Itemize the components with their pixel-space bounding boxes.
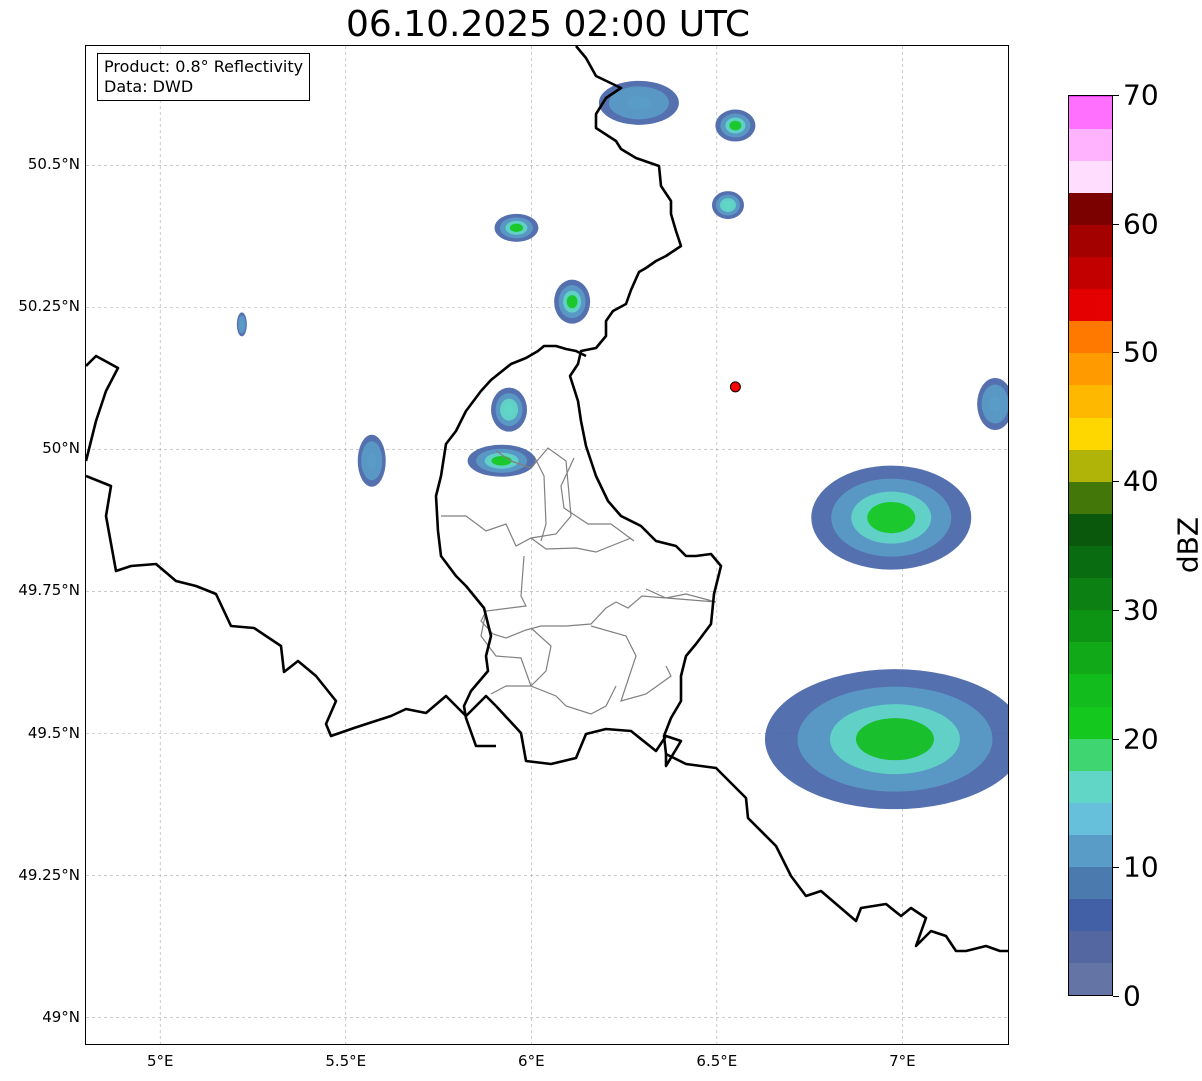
radar-echo-cell xyxy=(711,191,744,220)
colorbar-tick-mark xyxy=(1113,481,1119,483)
district-borders xyxy=(441,447,717,715)
colorbar-segment xyxy=(1069,898,1112,932)
colorbar-segment xyxy=(1069,384,1112,418)
colorbar-segment xyxy=(1069,706,1112,739)
colorbar-segment xyxy=(1069,545,1112,579)
lon-tick-label: 5.5°E xyxy=(325,1052,367,1070)
colorbar-tick-label: 60 xyxy=(1123,207,1159,241)
colorbar-segment xyxy=(1069,160,1112,193)
colorbar-segment xyxy=(1069,417,1112,450)
colorbar-segment xyxy=(1069,834,1112,868)
colorbar-tick-mark xyxy=(1113,738,1119,740)
radar-echo-cell xyxy=(977,377,1008,430)
colorbar-segment xyxy=(1069,930,1112,964)
colorbar-segment xyxy=(1069,96,1112,97)
data-source-label: Data: DWD xyxy=(104,77,194,96)
colorbar-segment xyxy=(1069,962,1112,996)
colorbar-tick-label: 20 xyxy=(1123,722,1159,756)
colorbar xyxy=(1068,95,1113,996)
colorbar-tick-label: 70 xyxy=(1123,78,1159,112)
colorbar-segment xyxy=(1069,609,1112,643)
colorbar-segment xyxy=(1069,288,1112,322)
colorbar-tick-mark xyxy=(1113,95,1119,96)
product-info-box: Product: 0.8° Reflectivity Data: DWD xyxy=(97,53,311,101)
radar-echo-cell xyxy=(765,669,1008,810)
colorbar-tick-label: 40 xyxy=(1123,464,1159,498)
colorbar-segment xyxy=(1069,128,1112,161)
colorbar-segment xyxy=(1069,770,1112,803)
radar-echo-cell xyxy=(811,465,972,570)
lat-tick-label: 49.5°N xyxy=(27,723,80,742)
colorbar-tick-label: 50 xyxy=(1123,335,1159,369)
colorbar-segment xyxy=(1069,738,1112,771)
colorbar-tick-mark xyxy=(1113,223,1119,225)
colorbar-tick-label: 0 xyxy=(1123,979,1141,1013)
colorbar-segment xyxy=(1069,192,1112,225)
colorbar-title: dBZ xyxy=(1171,516,1202,574)
lat-tick-label: 49°N xyxy=(42,1007,80,1026)
radar-echo-cell xyxy=(236,312,247,337)
lat-tick-label: 49.25°N xyxy=(18,865,80,884)
location-marker[interactable] xyxy=(729,381,741,393)
lon-tick-label: 6°E xyxy=(518,1052,545,1070)
colorbar-segment xyxy=(1069,673,1112,707)
radar-echo-cell xyxy=(494,213,539,242)
colorbar-segment xyxy=(1069,802,1112,835)
lat-tick-label: 50°N xyxy=(42,439,80,458)
colorbar-segment xyxy=(1069,449,1112,482)
colorbar-segment xyxy=(1069,513,1112,546)
radar-echo-cell xyxy=(491,387,528,432)
colorbar-segment xyxy=(1069,352,1112,386)
colorbar-segment xyxy=(1069,320,1112,354)
colorbar-segment xyxy=(1069,866,1112,900)
lat-tick-label: 50.25°N xyxy=(18,297,80,316)
colorbar-tick-mark xyxy=(1113,609,1119,611)
radar-echo-cell xyxy=(715,109,756,142)
radar-map[interactable] xyxy=(85,45,1009,1045)
radar-echo-cell xyxy=(598,80,679,125)
colorbar-tick-label: 10 xyxy=(1123,850,1159,884)
radar-echo-cell xyxy=(357,434,386,487)
lat-tick-label: 49.75°N xyxy=(18,581,80,600)
colorbar-segment xyxy=(1069,577,1112,611)
radar-echo-cell xyxy=(467,444,536,477)
lon-tick-label: 5°E xyxy=(146,1052,174,1070)
colorbar-tick-mark xyxy=(1113,867,1119,869)
colorbar-segment xyxy=(1069,224,1112,258)
colorbar-segment xyxy=(1069,256,1112,290)
map-canvas xyxy=(86,46,1008,1044)
colorbar-segment xyxy=(1069,641,1112,675)
lon-tick-label: 6.5°E xyxy=(696,1052,738,1070)
lon-tick-label: 7°E xyxy=(889,1052,916,1070)
product-label: Product: 0.8° Reflectivity xyxy=(104,57,304,76)
colorbar-tick-mark xyxy=(1113,352,1119,354)
map-title: 06.10.2025 02:00 UTC xyxy=(345,4,751,45)
colorbar-tick-label: 30 xyxy=(1123,593,1159,627)
colorbar-segment xyxy=(1069,96,1112,129)
radar-echo-cell xyxy=(554,279,591,324)
lat-tick-label: 50.5°N xyxy=(27,155,80,174)
colorbar-segment xyxy=(1069,481,1112,514)
colorbar-tick-mark xyxy=(1113,996,1119,997)
